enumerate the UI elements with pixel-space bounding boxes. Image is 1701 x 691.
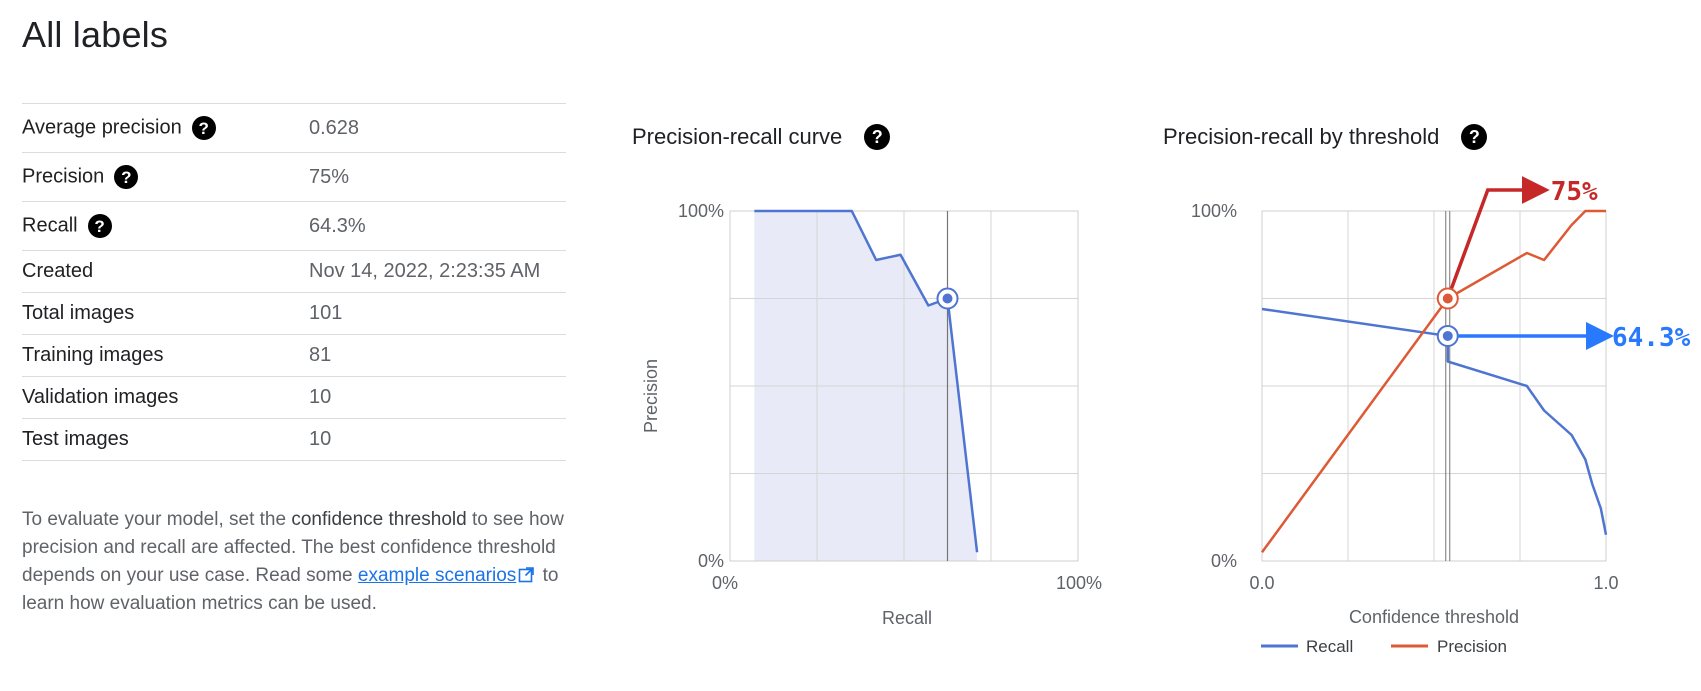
x-tick-label: 0.0 bbox=[1249, 573, 1274, 593]
threshold-marker bbox=[942, 293, 953, 304]
y-tick-label: 100% bbox=[1191, 201, 1237, 221]
legend-label-recall: Recall bbox=[1306, 637, 1353, 656]
legend-label-precision: Precision bbox=[1437, 637, 1507, 656]
y-axis-label: Precision bbox=[641, 359, 661, 433]
threshold-marker bbox=[1442, 293, 1453, 304]
annotation-precision-value: 75% bbox=[1551, 177, 1598, 207]
x-axis-label: Confidence threshold bbox=[1349, 607, 1519, 627]
x-tick-label: 1.0 bbox=[1593, 573, 1618, 593]
threshold-marker bbox=[1442, 330, 1453, 341]
annotation-recall-value: 64.3% bbox=[1612, 323, 1691, 353]
charts-canvas: 100%0%0% 100%RecallPrecision 75%64.3%100%… bbox=[641, 176, 1691, 656]
y-tick-label: 100% bbox=[678, 201, 724, 221]
precision-recall-threshold-chart: 75% 64.3% 100% 0% 0.0 1.0 Confidence threshold… bbox=[1191, 176, 1691, 656]
precision-recall-curve-chart: 100% 0%0% 100% Recall Precision bbox=[641, 201, 1102, 628]
annotation-arrow-precision bbox=[1446, 176, 1550, 300]
y-tick-label: 0% bbox=[698, 551, 724, 571]
x-tick-label: 100% bbox=[1056, 573, 1102, 593]
y-tick-label: 0% bbox=[1211, 551, 1237, 571]
x-tick-label: 0% bbox=[712, 573, 738, 593]
x-axis-label: Recall bbox=[882, 608, 932, 628]
